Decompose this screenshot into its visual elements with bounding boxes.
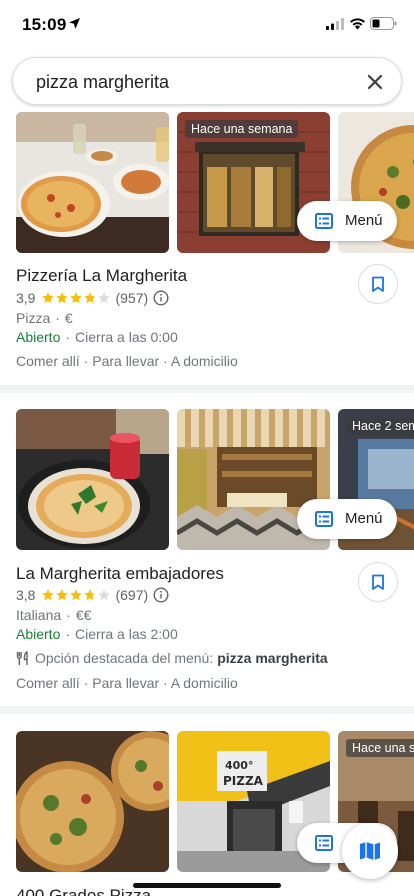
- category: Italiana: [16, 607, 62, 623]
- star-icon: [70, 589, 83, 601]
- menu-button-label: Menú: [345, 510, 383, 527]
- star-icon: [98, 589, 111, 601]
- menu-button[interactable]: Menú: [297, 201, 397, 241]
- info-icon[interactable]: [153, 290, 169, 306]
- menu-highlight-label: Opción destacada del menú:: [35, 650, 214, 666]
- star-icon: [42, 589, 55, 601]
- place-name[interactable]: La Margherita embajadores: [16, 564, 224, 584]
- rating-row: 3,8 (697): [16, 586, 169, 604]
- search-bar: [12, 57, 402, 105]
- photo-age-tag: Hace una semana: [185, 120, 299, 138]
- place-photo[interactable]: [16, 112, 169, 253]
- closing-time: Cierra a las 0:00: [75, 329, 178, 345]
- wifi-icon: [350, 18, 365, 30]
- photo-age-tag: Hace una s: [346, 739, 414, 757]
- review-count: (957): [115, 290, 149, 306]
- rating-row: 3,9 (957): [16, 289, 169, 307]
- menu-button[interactable]: Menú: [297, 499, 397, 539]
- place-name[interactable]: Pizzería La Margherita: [16, 266, 187, 286]
- svg-text:PIZZA: PIZZA: [223, 774, 264, 788]
- star-rating: [41, 588, 111, 602]
- save-button[interactable]: [358, 562, 398, 602]
- search-input[interactable]: [36, 70, 346, 94]
- home-indicator: [133, 883, 281, 888]
- map-view-button[interactable]: [342, 823, 398, 879]
- photo-age-tag: Hace 2 sem: [346, 417, 414, 435]
- price-level: €: [64, 310, 73, 326]
- service-options: Comer allí · Para llevar · A domicilio: [16, 353, 238, 369]
- place-name[interactable]: 400 Grados Pizza: [16, 886, 151, 896]
- close-icon: [367, 74, 383, 90]
- svg-text:400°: 400°: [225, 759, 253, 772]
- price-level: €€: [75, 607, 92, 623]
- closing-time: Cierra a las 2:00: [75, 626, 178, 642]
- place-photo[interactable]: [16, 409, 169, 550]
- menu-button-label: Menú: [345, 212, 383, 229]
- clear-search-button[interactable]: [363, 70, 387, 94]
- location-arrow-icon: [69, 18, 80, 29]
- bookmark-icon: [372, 574, 384, 590]
- star-icon: [84, 589, 97, 601]
- card-divider: [0, 706, 414, 714]
- menu-list-icon: [315, 835, 333, 851]
- place-photo[interactable]: [16, 731, 169, 872]
- star-icon: [70, 292, 83, 304]
- save-button[interactable]: [358, 264, 398, 304]
- category: Pizza: [16, 310, 51, 326]
- status-time: 15:09: [22, 15, 67, 34]
- info-icon[interactable]: [153, 587, 169, 603]
- menu-list-icon: [315, 213, 333, 229]
- open-status: Abierto: [16, 626, 61, 642]
- fork-knife-icon: [16, 650, 28, 665]
- star-icon: [56, 292, 69, 304]
- star-icon: [98, 292, 111, 304]
- category-line: Italiana · €€: [16, 607, 92, 623]
- map-icon: [360, 842, 380, 860]
- star-icon: [84, 292, 97, 304]
- menu-highlight-value: pizza margherita: [217, 650, 328, 666]
- service-options: Comer allí · Para llevar · A domicilio: [16, 675, 238, 691]
- star-icon: [56, 589, 69, 601]
- battery-icon: [370, 17, 397, 30]
- result-card[interactable]: Hace una semana Menú Pizzería La Margher…: [0, 112, 414, 387]
- category-line: Pizza · €: [16, 310, 73, 326]
- rating-value: 3,8: [16, 587, 36, 603]
- menu-list-icon: [315, 511, 333, 527]
- signal-icon: [326, 18, 344, 30]
- star-rating: [41, 291, 111, 305]
- star-icon: [42, 292, 55, 304]
- hours-line: Abierto · Cierra a las 2:00: [16, 626, 178, 642]
- review-count: (697): [115, 587, 149, 603]
- bookmark-icon: [372, 276, 384, 292]
- open-status: Abierto: [16, 329, 61, 345]
- hours-line: Abierto · Cierra a las 0:00: [16, 329, 178, 345]
- menu-highlight: Opción destacada del menú: pizza margher…: [16, 650, 328, 666]
- result-card[interactable]: Hace 2 sem Menú La Margherita embajadore…: [0, 409, 414, 709]
- status-bar: 15:09: [0, 0, 414, 50]
- card-divider: [0, 385, 414, 393]
- rating-value: 3,9: [16, 290, 36, 306]
